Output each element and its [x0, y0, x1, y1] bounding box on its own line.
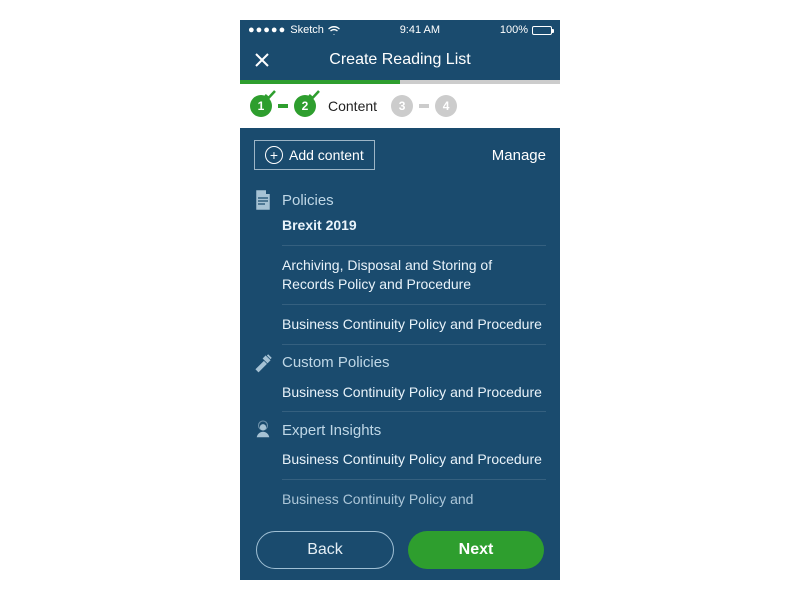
list-item[interactable]: Business Continuity Policy and Procedure [282, 305, 546, 345]
step-4[interactable]: 4 [435, 95, 457, 117]
next-button[interactable]: Next [408, 531, 544, 569]
footer: Back Next [240, 520, 560, 580]
time-label: 9:41 AM [400, 24, 440, 36]
back-button[interactable]: Back [256, 531, 394, 569]
step-connector [419, 104, 429, 108]
plus-icon: + [265, 146, 283, 164]
step-label: Content [328, 98, 377, 114]
step-3[interactable]: 3 [391, 95, 413, 117]
wifi-icon [328, 26, 340, 35]
list-item[interactable]: Business Continuity Policy and [282, 480, 546, 519]
manage-button[interactable]: Manage [492, 147, 546, 164]
carrier-label: Sketch [290, 24, 324, 36]
tools-icon [254, 353, 272, 373]
stepper: 1 2 Content 3 4 [240, 80, 560, 128]
list-item[interactable]: Brexit 2019 [282, 210, 546, 246]
battery-icon [532, 26, 552, 35]
step-connector [278, 104, 288, 108]
content-toolbar: + Add content Manage [240, 128, 560, 182]
section-expert-insights: Expert Insights Business Continuity Poli… [254, 420, 546, 519]
check-icon [307, 88, 321, 102]
step-2[interactable]: 2 [294, 95, 316, 117]
add-content-button[interactable]: + Add content [254, 140, 375, 170]
section-policies: Policies Brexit 2019 Archiving, Disposal… [254, 190, 546, 345]
check-icon [263, 88, 277, 102]
content-list: Policies Brexit 2019 Archiving, Disposal… [240, 182, 560, 520]
expert-icon [254, 420, 272, 440]
battery-label: 100% [500, 24, 528, 36]
page-title: Create Reading List [329, 51, 470, 69]
section-title: Custom Policies [282, 354, 390, 371]
close-button[interactable] [250, 48, 274, 72]
phone-screen: ●●●●● Sketch 9:41 AM 100% Create Reading… [240, 20, 560, 580]
section-title: Policies [282, 192, 334, 209]
status-bar: ●●●●● Sketch 9:41 AM 100% [240, 20, 560, 40]
document-icon [254, 190, 272, 210]
step-1[interactable]: 1 [250, 95, 272, 117]
signal-dots-icon: ●●●●● [248, 24, 286, 36]
section-title: Expert Insights [282, 422, 381, 439]
list-item[interactable]: Business Continuity Policy and Procedure [282, 440, 546, 480]
list-item[interactable]: Business Continuity Policy and Procedure [282, 373, 546, 413]
nav-bar: Create Reading List [240, 40, 560, 80]
close-icon [253, 51, 271, 69]
section-custom-policies: Custom Policies Business Continuity Poli… [254, 353, 546, 413]
list-item[interactable]: Archiving, Disposal and Storing of Recor… [282, 246, 546, 305]
